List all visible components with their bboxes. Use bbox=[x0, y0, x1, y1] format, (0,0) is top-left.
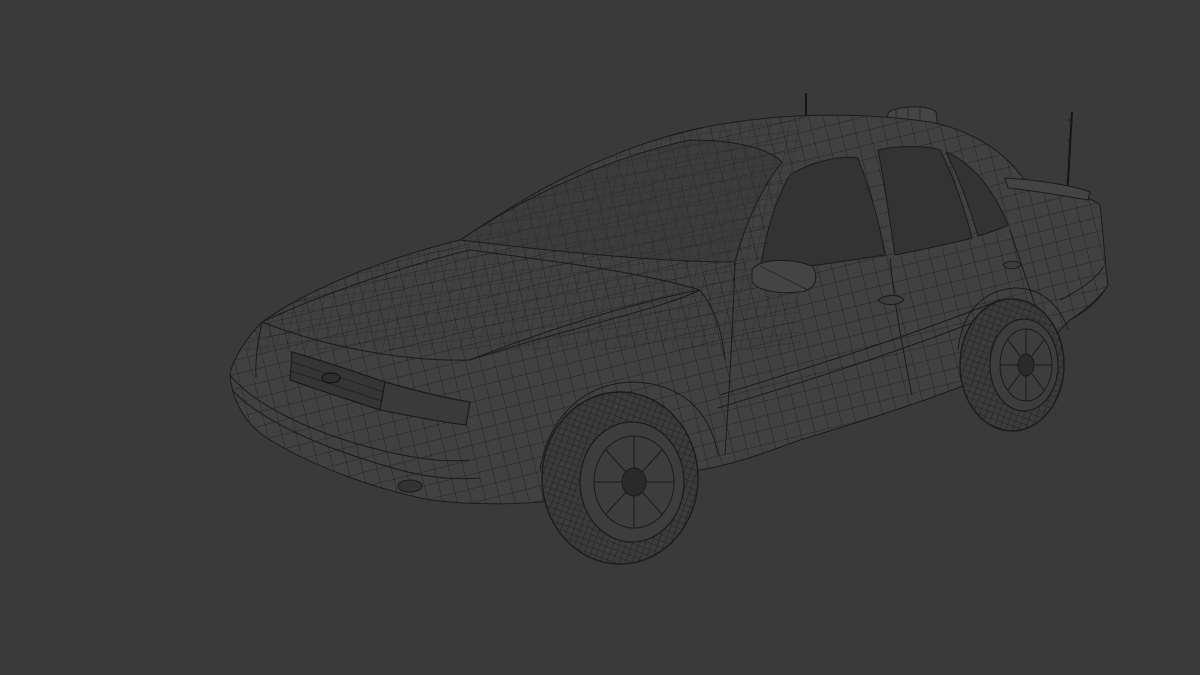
front-rim bbox=[593, 435, 675, 529]
side-mirror bbox=[751, 259, 817, 294]
rear-wheel bbox=[959, 298, 1065, 432]
car-badge-icon bbox=[321, 372, 341, 384]
rear-rim bbox=[999, 328, 1053, 402]
fog-light bbox=[397, 479, 423, 493]
rear-door-handle bbox=[1002, 260, 1022, 270]
car-wireframe-render bbox=[229, 93, 1109, 565]
front-wheel bbox=[541, 391, 699, 565]
3d-viewport[interactable] bbox=[0, 0, 1200, 675]
